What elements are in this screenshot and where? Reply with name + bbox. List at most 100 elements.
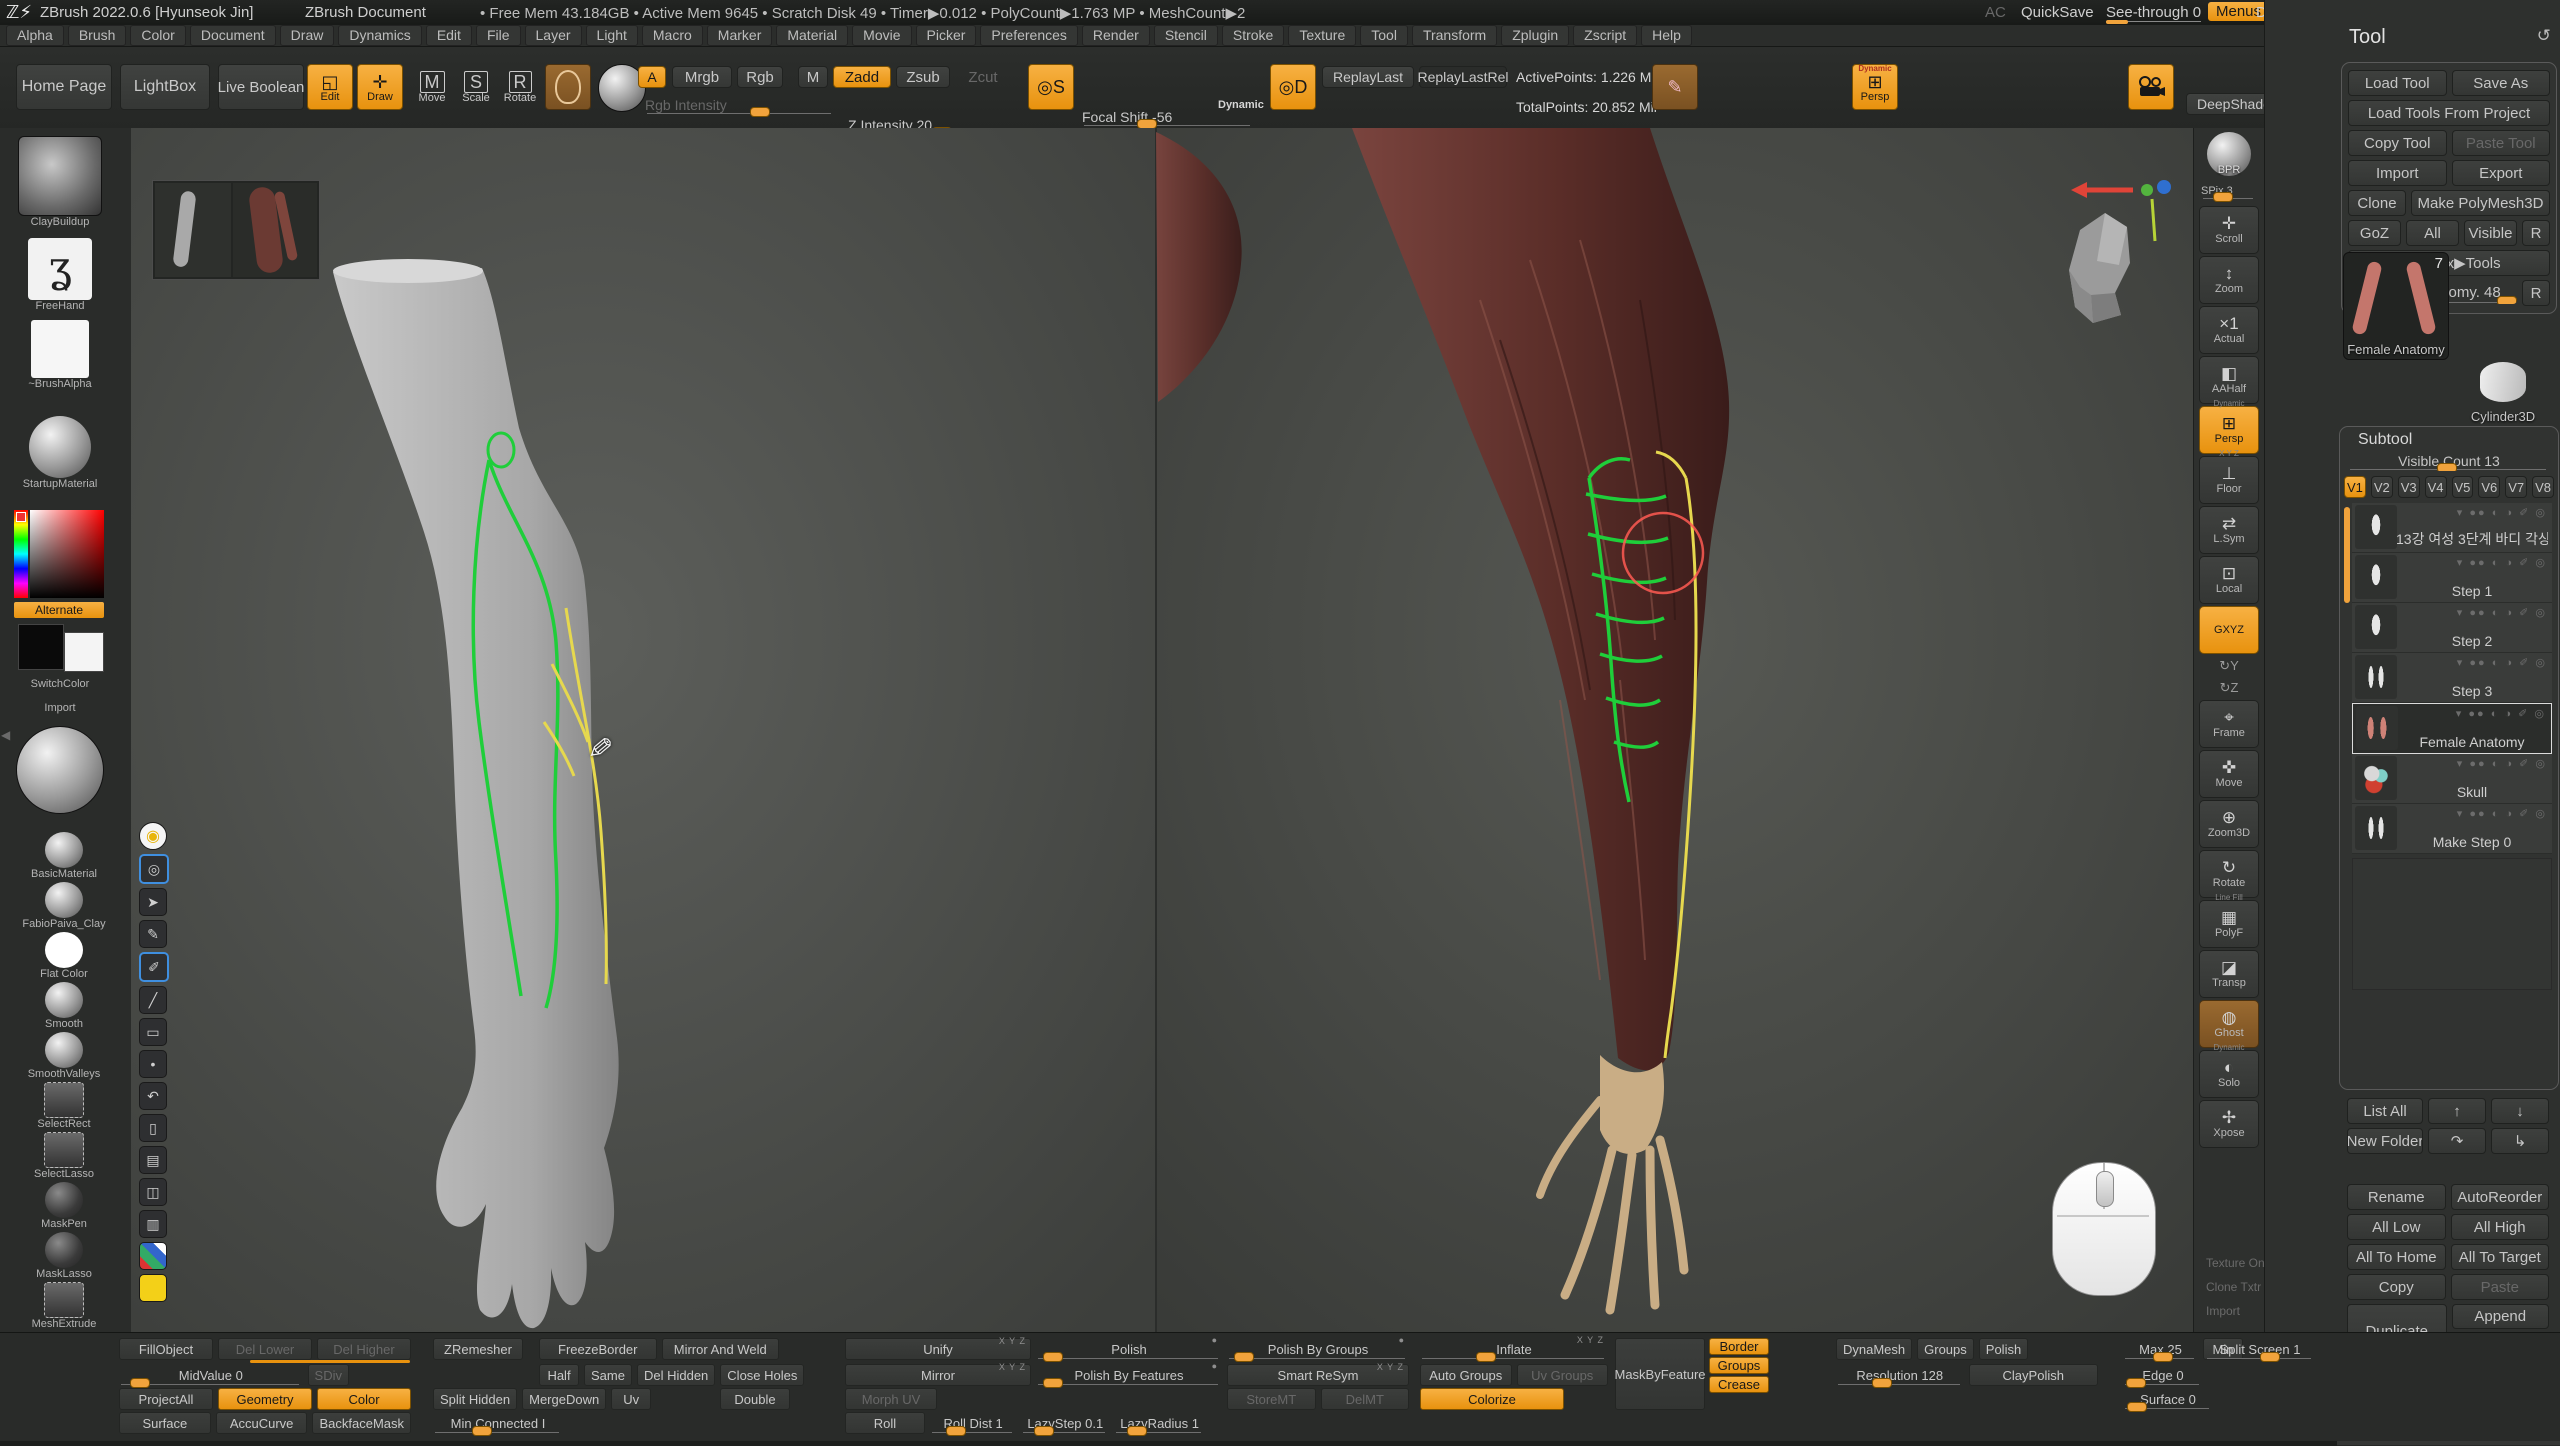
subtool-action[interactable]: All To Home — [2347, 1244, 2446, 1270]
texture-thumb[interactable]: StartupMaterial — [10, 416, 110, 490]
tool-button[interactable]: Load Tool — [2348, 70, 2447, 96]
menu-item[interactable]: Edit — [426, 25, 472, 46]
annotation-icon[interactable]: ▥ — [139, 1210, 167, 1238]
subtool-toggles[interactable]: ▾ ●● ◐ ◑ ✐ ◎ — [2457, 606, 2547, 619]
append-button[interactable]: Append — [2452, 1304, 2550, 1329]
subtool-toggles[interactable]: ▾ ●● ◐ ◑ ✐ ◎ — [2457, 506, 2547, 519]
bottom-button[interactable]: Double — [720, 1388, 790, 1410]
subtool-action[interactable]: New Folder — [2347, 1128, 2423, 1154]
menu-item[interactable]: Preferences — [980, 25, 1077, 46]
shelf-button[interactable]: GXYZ — [2199, 606, 2259, 654]
annotation-icon[interactable]: ✎ — [139, 920, 167, 948]
texture-action-label[interactable]: Texture On — [2206, 1256, 2264, 1270]
bottom-button[interactable]: Border — [1709, 1338, 1769, 1355]
subtool-item[interactable]: ▾ ●● ◐ ◑ ✐ ◎ Step 2 — [2352, 603, 2552, 653]
menu-item[interactable]: Draw — [280, 25, 335, 46]
annotation-icon[interactable]: • — [139, 1050, 167, 1078]
bottom-button[interactable]: ProjectAll — [119, 1388, 213, 1410]
subtool-action[interactable]: List All — [2347, 1098, 2423, 1124]
bottom-button[interactable]: Colorize — [1420, 1388, 1564, 1410]
mask-by-feature-button[interactable]: MaskByFeature — [1615, 1338, 1705, 1410]
replay-last-rel-button[interactable]: ReplayLastRel — [1419, 66, 1507, 88]
shelf-button[interactable]: ✜ Move — [2199, 750, 2259, 798]
draw-size-icon[interactable]: ◎S — [1028, 64, 1074, 110]
tool-button[interactable]: Paste Tool — [2452, 130, 2551, 156]
tool-button[interactable]: Load Tools From Project — [2348, 100, 2550, 126]
bottom-button[interactable]: X Y ZMirror — [845, 1364, 1031, 1386]
gravity-icon[interactable]: ✎ — [1652, 64, 1698, 110]
subtool-item[interactable]: ▾ ●● ◐ ◑ ✐ ◎ Female Anatomy — [2352, 703, 2552, 754]
bottom-button[interactable]: Mirror And Weld — [662, 1338, 780, 1360]
tool-button[interactable]: GoZ — [2348, 220, 2401, 246]
bottom-button[interactable]: BackfaceMask — [312, 1412, 411, 1434]
see-through-handle[interactable] — [2106, 20, 2128, 24]
subtool-version-tab[interactable]: V7 — [2505, 476, 2527, 498]
m-button[interactable]: M — [798, 66, 828, 88]
bottom-button[interactable]: FillObject — [119, 1338, 213, 1360]
menu-item[interactable]: Document — [190, 25, 276, 46]
subtool-action[interactable]: ↓ — [2491, 1098, 2549, 1124]
edit-button[interactable]: ◱Edit — [307, 64, 353, 110]
bottom-button[interactable]: ZRemesher — [433, 1338, 523, 1360]
bottom-button[interactable]: Auto Groups — [1420, 1364, 1512, 1386]
bottom-button[interactable]: MergeDown — [522, 1388, 606, 1410]
current-stroke-button[interactable] — [545, 64, 591, 110]
shelf-button[interactable]: ×1 Actual — [2199, 306, 2259, 354]
shelf-button[interactable]: ✛ Scroll — [2199, 206, 2259, 254]
material-item[interactable]: MeshExtrude — [10, 1282, 118, 1330]
tool-button[interactable]: Make PolyMesh3D — [2411, 190, 2550, 216]
bottom-button[interactable]: LazyStep 0.1 — [1021, 1412, 1109, 1434]
menu-item[interactable]: Stroke — [1222, 25, 1284, 46]
shelf-button[interactable]: ⊡ Local — [2199, 556, 2259, 604]
menu-item[interactable]: Dynamics — [338, 25, 421, 46]
shelf-button[interactable]: Dynamic ◐ Solo — [2199, 1050, 2259, 1098]
annotation-icon[interactable]: ➤ — [139, 888, 167, 916]
current-material-large[interactable] — [16, 726, 104, 814]
bottom-button[interactable]: Resolution 128 — [1836, 1364, 1964, 1386]
subtool-toggles[interactable]: ▾ ●● ◐ ◑ ✐ ◎ — [2456, 707, 2546, 720]
import-texture-button[interactable]: Import — [10, 702, 110, 714]
menu-item[interactable]: Macro — [642, 25, 703, 46]
subtool-action[interactable]: ↷ — [2428, 1128, 2486, 1154]
bottom-button[interactable]: Morph UV — [845, 1388, 937, 1410]
bottom-button[interactable]: ●Polish By Groups — [1227, 1338, 1409, 1360]
shelf-button[interactable]: X Y Z ⊥ Floor — [2199, 456, 2259, 504]
dynamic-draw-icon[interactable]: ◎D — [1270, 64, 1316, 110]
bottom-button[interactable]: Groups — [1917, 1338, 1974, 1360]
menu-item[interactable]: Marker — [707, 25, 773, 46]
viewport-canvas[interactable] — [131, 128, 2193, 1332]
subtool-item[interactable]: ▾ ●● ◐ ◑ ✐ ◎ Make Step 0 — [2352, 804, 2552, 854]
zcut-button[interactable]: Zcut — [960, 66, 1006, 88]
subtool-action[interactable]: All Low — [2347, 1214, 2446, 1240]
bottom-button[interactable]: Groups — [1709, 1357, 1769, 1374]
menu-item[interactable]: Help — [1641, 25, 1692, 46]
shelf-button[interactable]: ↻ Rotate — [2199, 850, 2259, 898]
split-screen-slider[interactable]: Split Screen 1 — [2205, 1338, 2315, 1360]
subtool-action[interactable]: All To Target — [2451, 1244, 2550, 1270]
menu-item[interactable]: Tool — [1360, 25, 1408, 46]
subtool-item[interactable]: ▾ ●● ◐ ◑ ✐ ◎ 13강 여성 3단계 바디 각상 - [삼각 — [2352, 503, 2552, 553]
main-color-swatch[interactable] — [18, 624, 64, 670]
tool-button[interactable]: Import — [2348, 160, 2447, 186]
camera-icon[interactable] — [2128, 64, 2174, 110]
shelf-button[interactable]: ⇄ L.Sym — [2199, 506, 2259, 554]
menu-item[interactable]: Transform — [1412, 25, 1497, 46]
bottom-button[interactable]: Roll — [845, 1412, 925, 1434]
draw-button[interactable]: ✛Draw — [357, 64, 403, 110]
material-item[interactable]: SmoothValleys — [10, 1032, 118, 1080]
move-button[interactable]: MMove — [409, 64, 455, 110]
bottom-button[interactable]: ClayPolish — [1969, 1364, 2099, 1386]
color-picker[interactable] — [14, 510, 104, 598]
bottom-button[interactable]: Del Lower — [218, 1338, 312, 1360]
bottom-button[interactable]: Close Holes — [720, 1364, 804, 1386]
bottom-button[interactable]: Polish — [1979, 1338, 2028, 1360]
shelf-button[interactable]: ↻Y — [2200, 656, 2258, 676]
material-item[interactable]: BasicMaterial — [10, 832, 118, 880]
subtool-item[interactable]: ▾ ●● ◐ ◑ ✐ ◎ Skull — [2352, 754, 2552, 804]
lightbox-button[interactable]: LightBox — [120, 64, 210, 110]
camera-gizmo[interactable] — [2055, 175, 2185, 335]
subtool-action[interactable]: ↳ — [2491, 1128, 2549, 1154]
menu-item[interactable]: Stencil — [1154, 25, 1218, 46]
annotation-icon[interactable]: ◫ — [139, 1178, 167, 1206]
subtool-version-tab[interactable]: V8 — [2532, 476, 2554, 498]
